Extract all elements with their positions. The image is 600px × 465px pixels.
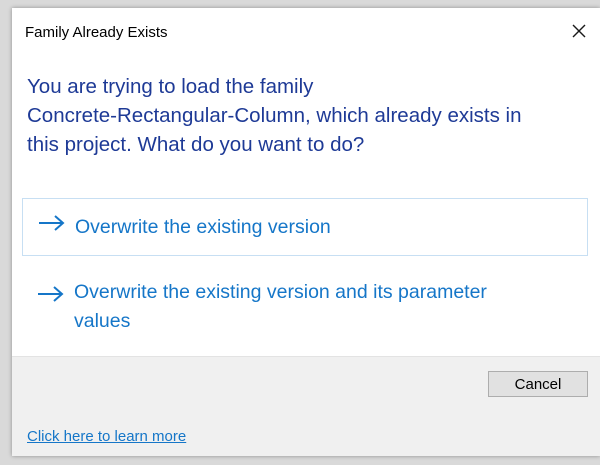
option-label: Overwrite the existing version and its p… [74,278,574,336]
option-label: Overwrite the existing version [75,216,331,238]
arrow-right-icon [38,286,64,302]
close-icon[interactable] [564,16,594,46]
footer: Click here to learn more [12,413,600,456]
family-exists-dialog: Family Already Exists You are trying to … [12,8,600,456]
main-instruction: You are trying to load the family Concre… [27,72,587,159]
button-bar: Cancel [12,356,600,414]
title-bar: Family Already Exists [12,8,600,58]
instruction-line: this project. What do you want to do? [27,133,365,156]
instruction-line: You are trying to load the family [27,75,314,98]
cancel-button[interactable]: Cancel [488,371,588,397]
option-label-line: Overwrite the existing version and its p… [74,281,487,303]
overwrite-version-and-parameters-option[interactable]: Overwrite the existing version and its p… [22,270,588,334]
close-icon-glyph [572,24,586,38]
overwrite-version-option[interactable]: Overwrite the existing version [22,198,588,256]
instruction-line: Concrete-Rectangular-Column, which alrea… [27,104,522,127]
learn-more-link[interactable]: Click here to learn more [27,428,186,445]
option-label-line: values [74,310,131,332]
dialog-title: Family Already Exists [25,24,168,41]
arrow-right-icon [39,215,65,231]
